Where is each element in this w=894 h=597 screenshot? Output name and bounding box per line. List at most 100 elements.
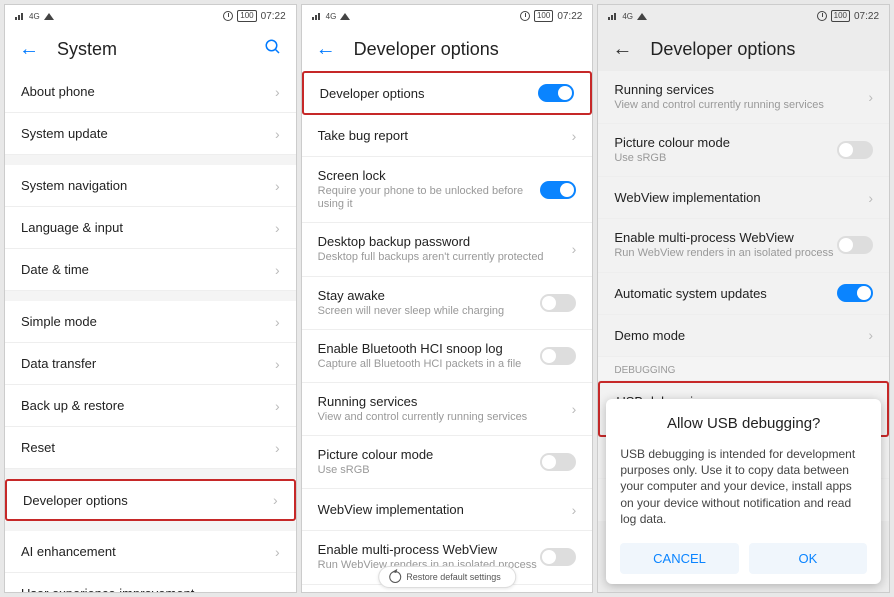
toggle-switch[interactable] bbox=[540, 347, 576, 365]
list-item[interactable]: Stay awakeScreen will never sleep while … bbox=[302, 277, 593, 330]
list-item[interactable]: Picture colour modeUse sRGB bbox=[598, 124, 889, 177]
item-title: Back up & restore bbox=[21, 398, 265, 413]
status-bar: 4G 100 07:22 bbox=[598, 5, 889, 27]
list-item[interactable]: Language & input› bbox=[5, 207, 296, 249]
item-subtitle: Desktop full backups aren't currently pr… bbox=[318, 251, 562, 264]
chevron-right-icon: › bbox=[572, 502, 577, 518]
list-item[interactable]: About phone› bbox=[5, 71, 296, 113]
item-title: Date & time bbox=[21, 262, 265, 277]
list-item[interactable]: WebView implementation› bbox=[598, 177, 889, 219]
dialog-title: Allow USB debugging? bbox=[620, 415, 867, 432]
spacer bbox=[5, 521, 296, 531]
battery-icon: 100 bbox=[534, 10, 553, 22]
wifi-icon bbox=[637, 13, 647, 20]
usb-debugging-dialog: Allow USB debugging? USB debugging is in… bbox=[606, 399, 881, 584]
header: ← Developer options bbox=[598, 27, 889, 71]
list-item[interactable]: Enable multi-process WebViewRun WebView … bbox=[598, 219, 889, 272]
chevron-right-icon: › bbox=[275, 586, 280, 593]
page-title: System bbox=[57, 39, 246, 60]
cancel-button[interactable]: CANCEL bbox=[620, 543, 738, 574]
toggle-switch[interactable] bbox=[538, 84, 574, 102]
item-subtitle: Use sRGB bbox=[318, 464, 541, 477]
item-title: Language & input bbox=[21, 220, 265, 235]
restore-defaults-button[interactable]: Restore default settings bbox=[378, 566, 516, 588]
item-subtitle: Capture all Bluetooth HCI packets in a f… bbox=[318, 358, 541, 371]
list-item[interactable]: Demo mode › bbox=[598, 315, 889, 357]
chevron-right-icon: › bbox=[275, 398, 280, 414]
list-item[interactable]: System navigation› bbox=[5, 165, 296, 207]
section-header: DEBUGGING bbox=[598, 357, 889, 381]
spacer bbox=[5, 291, 296, 301]
item-title: Reset bbox=[21, 440, 265, 455]
back-icon[interactable]: ← bbox=[316, 38, 336, 61]
toggle-switch[interactable] bbox=[837, 141, 873, 159]
list-item[interactable]: Back up & restore › bbox=[5, 385, 296, 427]
battery-icon: 100 bbox=[831, 10, 850, 22]
list-item[interactable]: Automatic system updates bbox=[598, 273, 889, 315]
item-title: Running services bbox=[318, 394, 562, 409]
list-item[interactable]: Enable Bluetooth HCI snoop log Capture al… bbox=[302, 330, 593, 383]
developer-options-item[interactable]: Developer options› bbox=[5, 479, 296, 521]
list-item[interactable]: WebView implementation › bbox=[302, 489, 593, 531]
chevron-right-icon: › bbox=[275, 178, 280, 194]
list-item[interactable]: Take bug report › bbox=[302, 115, 593, 157]
item-title: Screen lock bbox=[318, 168, 541, 183]
network-label: 4G bbox=[326, 12, 337, 21]
battery-icon: 100 bbox=[237, 10, 256, 22]
dev-options-list: Developer options Take bug report › Screen … bbox=[302, 71, 593, 592]
status-bar: 4G 100 07:22 bbox=[5, 5, 296, 27]
toggle-switch[interactable] bbox=[540, 181, 576, 199]
list-item[interactable]: AI enhancement› bbox=[5, 531, 296, 573]
back-icon[interactable]: ← bbox=[612, 38, 632, 61]
list-item[interactable]: Data transfer› bbox=[5, 343, 296, 385]
list-item[interactable]: Date & time› bbox=[5, 249, 296, 291]
list-item[interactable]: User experience improvement › bbox=[5, 573, 296, 592]
wifi-icon bbox=[340, 13, 350, 20]
developer-options-toggle[interactable]: Developer options bbox=[302, 71, 593, 115]
list-item[interactable]: Running servicesView and control current… bbox=[598, 71, 889, 124]
item-title: Take bug report bbox=[318, 128, 562, 143]
alarm-icon bbox=[223, 11, 233, 21]
toggle-switch[interactable] bbox=[540, 453, 576, 471]
item-title: Stay awake bbox=[318, 288, 541, 303]
toggle-switch[interactable] bbox=[837, 284, 873, 302]
item-title: Enable multi-process WebView bbox=[614, 230, 837, 245]
spacer bbox=[5, 155, 296, 165]
spacer bbox=[5, 469, 296, 479]
back-icon[interactable]: ← bbox=[19, 38, 39, 61]
item-title: Enable Bluetooth HCI snoop log bbox=[318, 341, 541, 356]
chevron-right-icon: › bbox=[572, 128, 577, 144]
signal-icon bbox=[312, 12, 322, 20]
item-title: Running services bbox=[614, 82, 858, 97]
chevron-right-icon: › bbox=[868, 327, 873, 343]
item-title: Picture colour mode bbox=[318, 447, 541, 462]
list-item[interactable]: Running services View and control current… bbox=[302, 383, 593, 436]
ok-button[interactable]: OK bbox=[749, 543, 867, 574]
chevron-right-icon: › bbox=[275, 544, 280, 560]
clock: 07:22 bbox=[854, 11, 879, 22]
list-item[interactable]: System update› bbox=[5, 113, 296, 155]
chevron-right-icon: › bbox=[572, 241, 577, 257]
toggle-switch[interactable] bbox=[540, 548, 576, 566]
item-title: WebView implementation bbox=[318, 502, 562, 517]
search-icon[interactable] bbox=[264, 38, 282, 61]
list-item[interactable]: Screen lock Require your phone to be unlo… bbox=[302, 157, 593, 223]
item-title: Demo mode bbox=[614, 328, 858, 343]
item-title: Enable multi-process WebView bbox=[318, 542, 541, 557]
clock: 07:22 bbox=[557, 11, 582, 22]
list-item[interactable]: Simple mode› bbox=[5, 301, 296, 343]
list-item[interactable]: Desktop backup password Desktop full back… bbox=[302, 223, 593, 276]
item-title: Desktop backup password bbox=[318, 234, 562, 249]
item-title: Data transfer bbox=[21, 356, 265, 371]
restore-icon bbox=[389, 571, 401, 583]
list-item[interactable]: Picture colour mode Use sRGB bbox=[302, 436, 593, 489]
toggle-switch[interactable] bbox=[837, 236, 873, 254]
item-subtitle: View and control currently running servi… bbox=[318, 411, 562, 424]
chevron-right-icon: › bbox=[275, 126, 280, 142]
toggle-switch[interactable] bbox=[540, 294, 576, 312]
item-title: User experience improvement bbox=[21, 586, 265, 592]
signal-icon bbox=[15, 12, 25, 20]
list-item[interactable]: Reset› bbox=[5, 427, 296, 469]
phone-system: 4G 100 07:22 ← System About phone›System… bbox=[4, 4, 297, 593]
item-subtitle: Require your phone to be unlocked before… bbox=[318, 185, 541, 211]
